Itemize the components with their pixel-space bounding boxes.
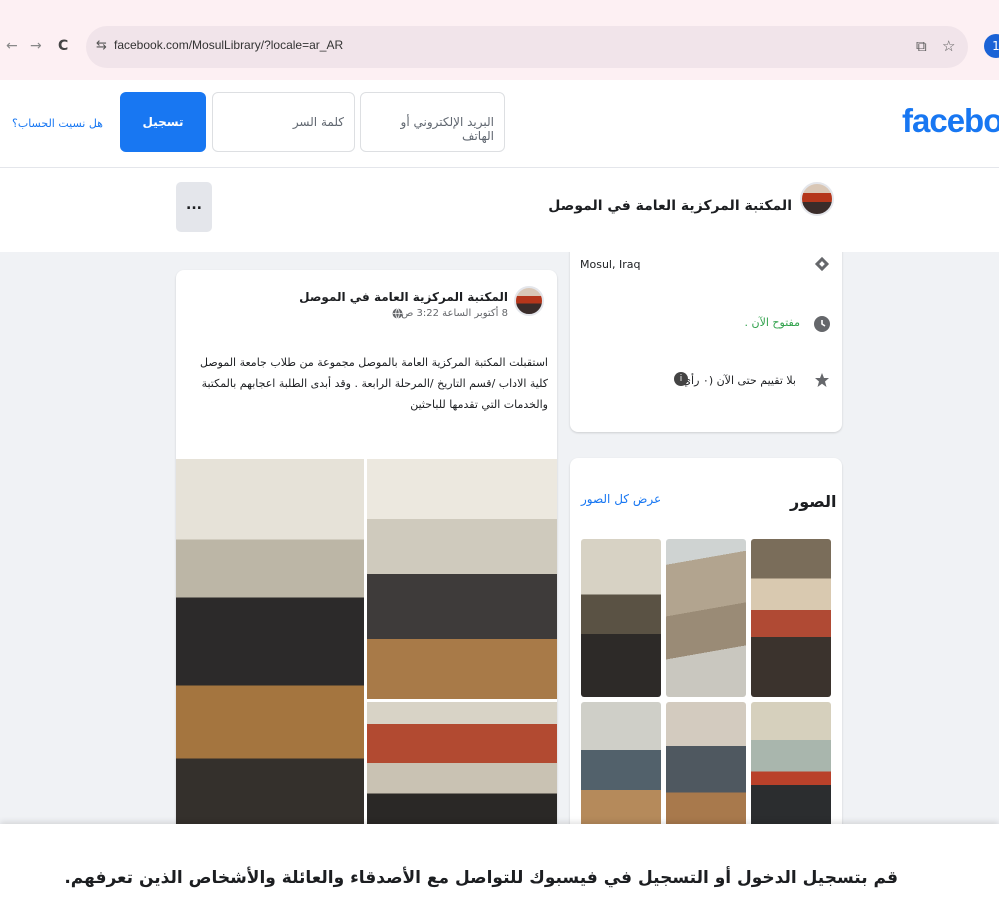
reload-icon[interactable]: C xyxy=(58,36,68,56)
star-icon xyxy=(815,373,829,387)
forgot-account-link[interactable]: هل نسيت الحساب؟ xyxy=(12,117,103,130)
photo-thumbnail-1[interactable] xyxy=(581,539,661,697)
site-info-icon[interactable]: ⇆ xyxy=(96,38,107,53)
page-header: المكتبة المركزية العامة في الموصل ... xyxy=(0,168,999,252)
info-icon[interactable]: i xyxy=(674,372,688,386)
more-options-button[interactable]: ... xyxy=(176,182,212,232)
open-status-text: مفتوح الآن . xyxy=(744,316,800,329)
post-text: استقبلت المكتبة المركزية العامة بالموصل … xyxy=(199,356,548,411)
photo-thumbnail-4[interactable] xyxy=(581,702,661,824)
login-prompt-banner: قم بتسجيل الدخول أو التسجيل في فيسبوك لل… xyxy=(0,824,999,915)
page-avatar[interactable] xyxy=(800,182,834,216)
browser-toolbar: ← → C ⇆ facebook.com/MosulLibrary/?local… xyxy=(0,0,999,80)
facebook-header: facebook البريد الإلكتروني أو الهاتف كلم… xyxy=(0,80,999,189)
screen-share-icon[interactable]: ⧉ xyxy=(916,37,927,55)
photos-title: الصور xyxy=(790,492,837,511)
post-photo-3[interactable] xyxy=(367,702,557,824)
globe-icon xyxy=(392,308,403,319)
photo-thumbnail-2[interactable] xyxy=(666,539,746,697)
clock-icon xyxy=(814,316,830,332)
bookmark-star-icon[interactable]: ☆ xyxy=(942,37,955,55)
post-photo-1[interactable] xyxy=(176,459,364,824)
post-photo-2[interactable] xyxy=(367,459,557,699)
post-author-name[interactable]: المكتبة المركزية العامة في الموصل xyxy=(299,290,508,304)
profile-avatar-icon[interactable]: 1 xyxy=(984,34,999,58)
rating-text: بلا تقييم حتى الآن (٠ رأي) xyxy=(678,374,796,387)
facebook-logo[interactable]: facebook xyxy=(902,102,999,140)
page-title[interactable]: المكتبة المركزية العامة في الموصل xyxy=(548,198,792,214)
address-bar[interactable]: ⇆ facebook.com/MosulLibrary/?locale=ar_A… xyxy=(86,26,968,68)
login-prompt-text: قم بتسجيل الدخول أو التسجيل في فيسبوك لل… xyxy=(64,868,898,888)
location-diamond-icon xyxy=(814,256,830,272)
email-field[interactable]: البريد الإلكتروني أو الهاتف xyxy=(360,92,505,152)
location-text[interactable]: Mosul, Iraq xyxy=(580,258,640,271)
see-all-photos-link[interactable]: عرض كل الصور xyxy=(581,492,661,506)
photo-thumbnail-5[interactable] xyxy=(666,702,746,824)
back-icon[interactable]: ← xyxy=(6,36,18,56)
forward-icon[interactable]: → xyxy=(30,36,42,56)
url-text[interactable]: facebook.com/MosulLibrary/?locale=ar_AR xyxy=(114,38,343,52)
photo-thumbnail-6[interactable] xyxy=(751,702,831,824)
intro-card: Mosul, Iraq مفتوح الآن . بلا تقييم حتى ا… xyxy=(570,252,842,432)
password-field[interactable]: كلمة السر xyxy=(212,92,355,152)
photo-thumbnail-3[interactable] xyxy=(751,539,831,697)
login-button[interactable]: تسجيل الدخول xyxy=(120,92,206,189)
post-author-avatar[interactable] xyxy=(514,286,544,316)
page-content: Mosul, Iraq مفتوح الآن . بلا تقييم حتى ا… xyxy=(0,252,999,824)
